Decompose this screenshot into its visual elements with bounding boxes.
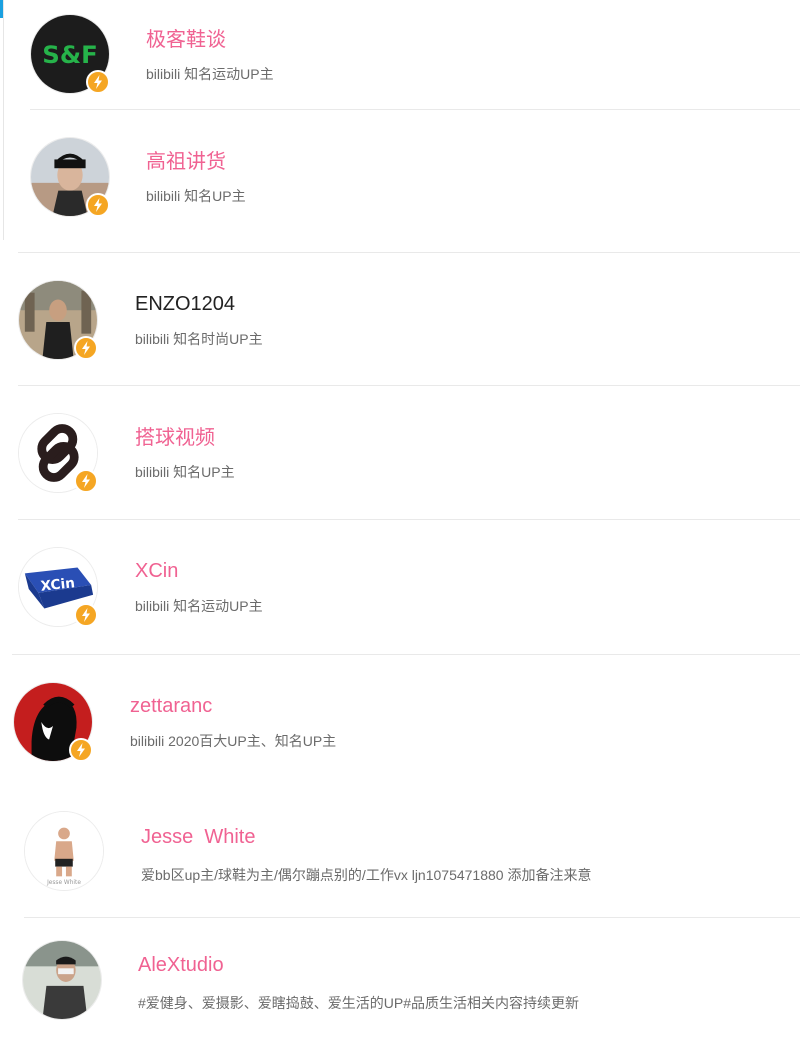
lightning-badge-icon [86, 193, 110, 217]
lightning-badge-icon [74, 469, 98, 493]
list-item[interactable]: 搭球视频 bilibili 知名UP主 [0, 386, 800, 520]
list-item[interactable]: 高祖讲货 bilibili 知名UP主 [0, 110, 800, 253]
list-item[interactable]: zettaranc bilibili 2020百大UP主、知名UP主 [0, 655, 800, 780]
user-name[interactable]: 高祖讲货 [146, 150, 226, 174]
user-name[interactable]: XCin [135, 559, 178, 583]
list-item[interactable]: AleXtudio #爱健身、爱摄影、爱瞎捣鼓、爱生活的UP#品质生活相关内容持… [0, 918, 800, 1043]
user-name[interactable]: Jesse White [141, 825, 255, 849]
user-description: bilibili 知名UP主 [135, 464, 235, 480]
user-name[interactable]: ENZO1204 [135, 292, 235, 316]
user-name[interactable]: 搭球视频 [135, 426, 215, 450]
user-name[interactable]: zettaranc [130, 694, 212, 718]
user-description: bilibili 知名UP主 [146, 188, 246, 204]
lightning-badge-icon [69, 738, 93, 762]
user-description: bilibili 知名运动UP主 [135, 598, 263, 614]
list-item[interactable]: S&F 极客鞋谈 bilibili 知名运动UP主 [0, 0, 800, 110]
user-description: #爱健身、爱摄影、爱瞎捣鼓、爱生活的UP#品质生活相关内容持续更新 [138, 995, 580, 1011]
lightning-badge-icon [74, 603, 98, 627]
lightning-badge-icon [74, 336, 98, 360]
user-description: 爱bb区up主/球鞋为主/偶尔蹦点别的/工作vx ljn1075471880 添… [141, 867, 592, 883]
svg-text:S&F: S&F [42, 40, 97, 69]
user-name[interactable]: 极客鞋谈 [146, 28, 226, 52]
svg-text:Jesse White: Jesse White [46, 880, 81, 886]
list-item[interactable]: Jesse White Jesse White 爱bb区up主/球鞋为主/偶尔蹦… [0, 780, 800, 918]
user-description: bilibili 知名时尚UP主 [135, 331, 263, 347]
list-item[interactable]: ENZO1204 bilibili 知名时尚UP主 [0, 253, 800, 386]
lightning-badge-icon [86, 70, 110, 94]
user-name[interactable]: AleXtudio [138, 953, 224, 977]
person-gym-avatar[interactable] [22, 940, 102, 1020]
user-description: bilibili 2020百大UP主、知名UP主 [130, 733, 337, 749]
user-description: bilibili 知名运动UP主 [146, 66, 274, 82]
list-item[interactable]: XCin XCin bilibili 知名运动UP主 [0, 520, 800, 655]
figure-avatar[interactable]: Jesse White [24, 811, 104, 891]
